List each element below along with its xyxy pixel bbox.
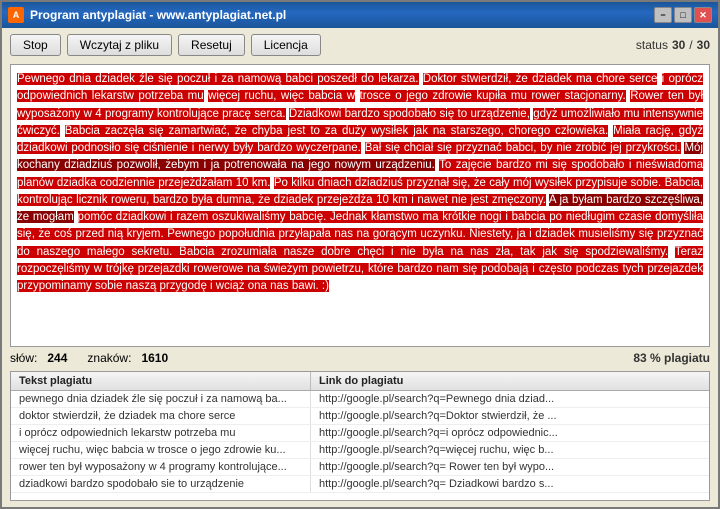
chars-value: 1610	[141, 351, 168, 365]
minimize-button[interactable]: −	[654, 7, 672, 23]
plagiat-text-cell: pewnego dnia dziadek źle się poczuł i za…	[11, 391, 311, 407]
plagiat-link-cell[interactable]: http://google.pl/search?q=Pewnego dnia d…	[311, 391, 709, 407]
status-total: 30	[697, 38, 710, 52]
status-label: status	[636, 38, 668, 52]
title-buttons: − □ ✕	[654, 7, 712, 23]
table-body[interactable]: pewnego dnia dziadek źle się poczuł i za…	[11, 391, 709, 500]
window-title: Program antyplagiat - www.antyplagiat.ne…	[30, 8, 286, 22]
table-row[interactable]: rower ten był wyposażony w 4 programy ko…	[11, 459, 709, 476]
stats-left: słów: 244 znaków: 1610	[10, 351, 168, 365]
words-value: 244	[47, 351, 67, 365]
table-row[interactable]: pewnego dnia dziadek źle się poczuł i za…	[11, 391, 709, 408]
words-label: słów: 244	[10, 351, 67, 365]
status-separator: /	[689, 38, 692, 52]
stats-bar: słów: 244 znaków: 1610 83 % plagiatu	[2, 347, 718, 369]
main-window: A Program antyplagiat - www.antyplagiat.…	[0, 0, 720, 509]
plagiat-text-cell: i oprócz odpowiednich lekarstw potrzeba …	[11, 425, 311, 441]
col-header-link: Link do plagiatu	[311, 372, 709, 390]
plagiat-link-cell[interactable]: http://google.pl/search?q=Doktor stwierd…	[311, 408, 709, 424]
close-button[interactable]: ✕	[694, 7, 712, 23]
status-area: status 30 / 30	[636, 38, 710, 52]
text-content[interactable]: Pewnego dnia dziadek źle się poczuł i za…	[11, 65, 709, 346]
title-bar-left: A Program antyplagiat - www.antyplagiat.…	[8, 7, 286, 23]
plagiat-text-cell: doktor stwierdził, że dziadek ma chore s…	[11, 408, 311, 424]
plagiat-link-cell[interactable]: http://google.pl/search?q= Rower ten był…	[311, 459, 709, 475]
status-current: 30	[672, 38, 685, 52]
table-row[interactable]: więcej ruchu, więc babcia w trosce o jeg…	[11, 442, 709, 459]
plagiat-percentage: 83 % plagiatu	[633, 351, 710, 365]
license-button[interactable]: Licencja	[251, 34, 321, 56]
reset-button[interactable]: Resetuj	[178, 34, 245, 56]
text-area-container: Pewnego dnia dziadek źle się poczuł i za…	[10, 64, 710, 347]
table-row[interactable]: doktor stwierdził, że dziadek ma chore s…	[11, 408, 709, 425]
toolbar: Stop Wczytaj z pliku Resetuj Licencja st…	[2, 28, 718, 62]
col-header-text: Tekst plagiatu	[11, 372, 311, 390]
table-header: Tekst plagiatu Link do plagiatu	[11, 372, 709, 391]
app-icon: A	[8, 7, 24, 23]
table-row[interactable]: dziadkowi bardzo spodobało sie to urządz…	[11, 476, 709, 493]
plagiat-text-cell: rower ten był wyposażony w 4 programy ko…	[11, 459, 311, 475]
load-file-button[interactable]: Wczytaj z pliku	[67, 34, 172, 56]
plagiat-text-cell: więcej ruchu, więc babcia w trosce o jeg…	[11, 442, 311, 458]
plagiat-link-cell[interactable]: http://google.pl/search?q=i oprócz odpow…	[311, 425, 709, 441]
plagiat-link-cell[interactable]: http://google.pl/search?q= Dziadkowi bar…	[311, 476, 709, 492]
plagiat-table-container: Tekst plagiatu Link do plagiatu pewnego …	[10, 371, 710, 501]
table-row[interactable]: i oprócz odpowiednich lekarstw potrzeba …	[11, 425, 709, 442]
plagiat-text-cell: dziadkowi bardzo spodobało sie to urządz…	[11, 476, 311, 492]
title-bar: A Program antyplagiat - www.antyplagiat.…	[2, 2, 718, 28]
plagiat-link-cell[interactable]: http://google.pl/search?q=więcej ruchu, …	[311, 442, 709, 458]
chars-label: znaków: 1610	[87, 351, 168, 365]
stop-button[interactable]: Stop	[10, 34, 61, 56]
maximize-button[interactable]: □	[674, 7, 692, 23]
